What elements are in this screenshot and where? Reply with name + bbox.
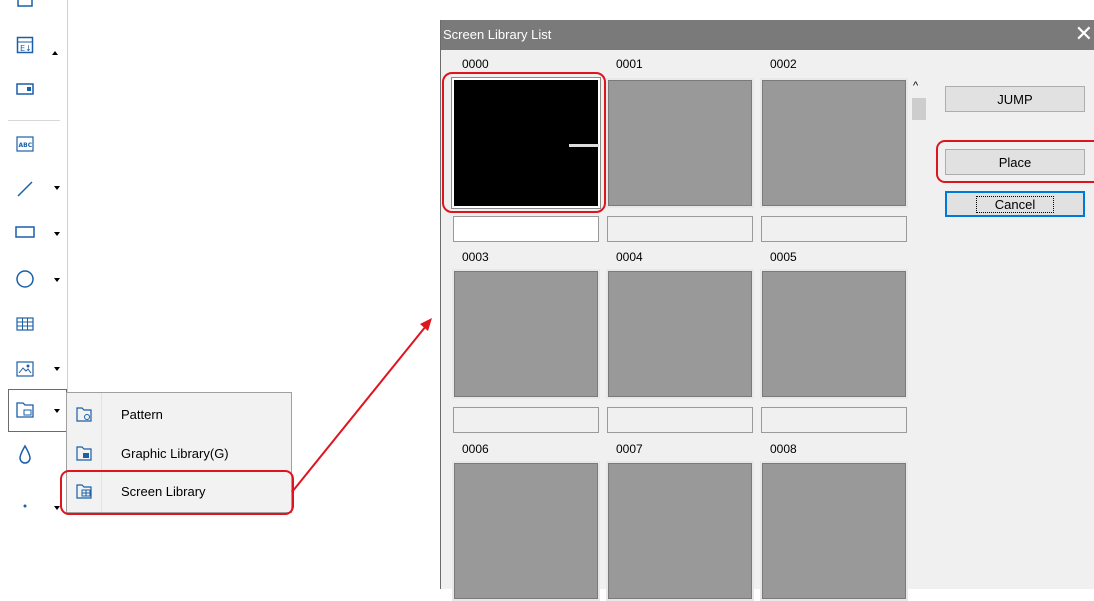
screen-library-dialog: Screen Library List ✕ 0000 0001 0002 000… bbox=[440, 20, 1094, 601]
screen-thumbnail-0000[interactable] bbox=[452, 78, 600, 208]
cell-number: 0008 bbox=[770, 442, 797, 456]
cell-number: 0004 bbox=[616, 250, 643, 264]
vertical-scrollbar[interactable]: ^ bbox=[911, 78, 927, 589]
screen-name-field[interactable] bbox=[761, 407, 907, 433]
jump-button-label: JUMP bbox=[997, 91, 1033, 107]
dialog-title: Screen Library List bbox=[443, 27, 552, 42]
screen-name-field[interactable] bbox=[607, 407, 753, 433]
screen-name-field[interactable] bbox=[453, 407, 599, 433]
close-icon[interactable]: ✕ bbox=[1075, 23, 1093, 45]
screen-thumbnail-0001[interactable] bbox=[606, 78, 754, 208]
cancel-button-label: Cancel bbox=[975, 195, 1055, 213]
screen-name-field[interactable] bbox=[607, 216, 753, 242]
screen-name-field[interactable] bbox=[453, 216, 599, 242]
place-button-label: Place bbox=[998, 154, 1032, 170]
cell-number: 0006 bbox=[462, 442, 489, 456]
cell-number: 0002 bbox=[770, 57, 797, 71]
jump-button[interactable]: JUMP bbox=[945, 86, 1085, 112]
cell-number: 0000 bbox=[462, 57, 489, 71]
screen-thumbnail-0003[interactable] bbox=[452, 269, 600, 399]
cell-number: 0001 bbox=[616, 57, 643, 71]
cancel-button[interactable]: Cancel bbox=[945, 191, 1085, 217]
cell-number: 0005 bbox=[770, 250, 797, 264]
screen-thumbnail-0005[interactable] bbox=[760, 269, 908, 399]
cell-number: 0003 bbox=[462, 250, 489, 264]
screen-thumbnail-0007[interactable] bbox=[606, 461, 754, 601]
thumbnail-grid: 0000 0001 0002 0003 0004 0005 0006 0007 … bbox=[441, 50, 909, 601]
scroll-up-icon[interactable]: ^ bbox=[913, 80, 918, 92]
screen-thumbnail-0004[interactable] bbox=[606, 269, 754, 399]
screen-thumbnail-0006[interactable] bbox=[452, 461, 600, 601]
thumbnail-content bbox=[569, 144, 599, 147]
dialog-titlebar: Screen Library List ✕ bbox=[441, 20, 1094, 50]
screen-name-field[interactable] bbox=[761, 216, 907, 242]
place-button[interactable]: Place bbox=[945, 149, 1085, 175]
scrollbar-thumb[interactable] bbox=[912, 98, 926, 120]
screen-thumbnail-0008[interactable] bbox=[760, 461, 908, 601]
cell-number: 0007 bbox=[616, 442, 643, 456]
screen-thumbnail-0002[interactable] bbox=[760, 78, 908, 208]
